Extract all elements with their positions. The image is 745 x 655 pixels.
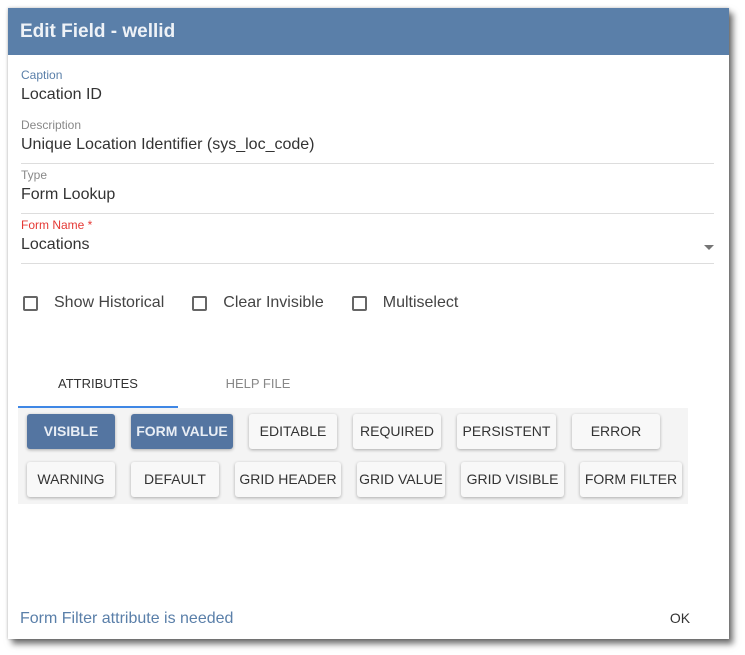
- attribute-form-filter-button[interactable]: FORM FILTER: [580, 462, 682, 497]
- attribute-default-button[interactable]: DEFAULT: [131, 462, 219, 497]
- description-value[interactable]: Unique Location Identifier (sys_loc_code…: [21, 136, 714, 154]
- ok-button[interactable]: OK: [654, 605, 706, 631]
- form-name-value[interactable]: Locations: [21, 236, 714, 254]
- description-field[interactable]: Description Unique Location Identifier (…: [21, 118, 714, 164]
- tab-help-file[interactable]: HELP FILE: [178, 365, 338, 409]
- attribute-error-button[interactable]: ERROR: [572, 414, 660, 449]
- caption-value[interactable]: Location ID: [21, 86, 714, 104]
- validation-message: Form Filter attribute is needed: [20, 610, 234, 627]
- clear-invisible-label: Clear Invisible: [223, 294, 324, 311]
- show-historical-checkbox[interactable]: Show Historical: [23, 294, 164, 312]
- attributes-panel: VISIBLE FORM VALUE EDITABLE REQUIRED PER…: [18, 408, 688, 504]
- description-underline: [21, 163, 714, 164]
- clear-invisible-checkbox[interactable]: Clear Invisible: [192, 294, 324, 312]
- attribute-required-button[interactable]: REQUIRED: [353, 414, 441, 449]
- type-field[interactable]: Type Form Lookup: [21, 168, 714, 214]
- checkbox-icon[interactable]: [23, 295, 38, 311]
- tab-attributes[interactable]: ATTRIBUTES: [18, 365, 178, 409]
- attribute-form-value-button[interactable]: FORM VALUE: [131, 414, 233, 449]
- description-label: Description: [21, 118, 82, 132]
- multiselect-checkbox[interactable]: Multiselect: [351, 294, 459, 312]
- dialog-title: Edit Field - wellid: [8, 8, 729, 55]
- form-name-underline: [21, 263, 714, 264]
- type-label: Type: [21, 168, 48, 182]
- type-value[interactable]: Form Lookup: [21, 186, 714, 204]
- attribute-editable-button[interactable]: EDITABLE: [249, 414, 337, 449]
- attribute-grid-value-button[interactable]: GRID VALUE: [357, 462, 445, 497]
- checkbox-icon[interactable]: [351, 295, 367, 311]
- edit-field-dialog: Edit Field - wellid Caption Location ID …: [8, 8, 729, 639]
- type-underline: [21, 213, 714, 214]
- checkbox-icon[interactable]: [192, 295, 208, 311]
- form-name-label: Form Name *: [21, 218, 93, 232]
- show-historical-label: Show Historical: [54, 294, 165, 311]
- attribute-warning-button[interactable]: WARNING: [27, 462, 115, 497]
- dropdown-arrow-icon[interactable]: [704, 245, 714, 250]
- attribute-persistent-button[interactable]: PERSISTENT: [457, 414, 556, 449]
- multiselect-label: Multiselect: [382, 294, 459, 311]
- options-checkboxes: Show Historical Clear Invisible Multisel…: [23, 294, 486, 312]
- tab-bar: ATTRIBUTES HELP FILE: [18, 365, 718, 409]
- attribute-grid-visible-button[interactable]: GRID VISIBLE: [461, 462, 564, 497]
- form-name-select[interactable]: Form Name * Locations: [21, 218, 714, 264]
- caption-field[interactable]: Caption Location ID: [21, 68, 714, 110]
- attribute-visible-button[interactable]: VISIBLE: [27, 414, 115, 449]
- caption-label: Caption: [21, 68, 63, 82]
- attribute-grid-header-button[interactable]: GRID HEADER: [235, 462, 341, 497]
